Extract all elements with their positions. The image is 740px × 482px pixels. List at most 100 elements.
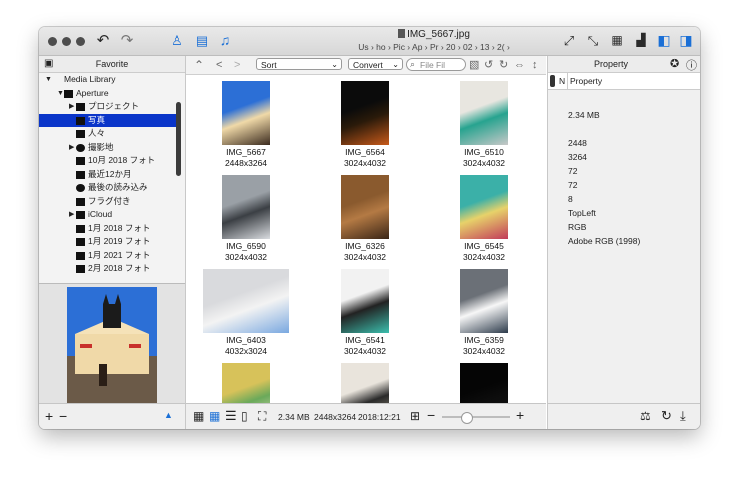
thumbnail-image[interactable] <box>203 269 289 333</box>
large-grid-icon[interactable]: ▦ <box>193 409 204 423</box>
person-icon[interactable]: ♙ <box>169 32 185 49</box>
scale-icon[interactable]: ⚖ <box>640 409 651 423</box>
thumbnail-cell[interactable]: IMG_6403 4032x3024 <box>196 269 296 363</box>
disclosure-closed-icon[interactable]: ▶ <box>69 208 74 222</box>
list-view-icon[interactable]: ☰ <box>225 408 237 424</box>
music-icon[interactable]: ♫ <box>217 32 233 49</box>
sidebar-item[interactable]: 10月 2018 フォト <box>39 154 179 168</box>
thumbnail-image[interactable] <box>341 269 389 333</box>
rotate-left-icon[interactable]: ↺ <box>484 58 493 72</box>
sidebar-item[interactable]: ▼ Media Library <box>39 73 179 87</box>
histogram-icon[interactable]: ▟ <box>633 32 649 49</box>
right-panel-toggle-icon[interactable]: ◨ <box>678 32 694 49</box>
inspector-column-header: N Property <box>548 73 700 90</box>
image-edit-icon[interactable]: ▧ <box>469 58 479 72</box>
album-icon <box>76 170 85 179</box>
thumbnail-cell[interactable]: IMG_6510 3024x4032 <box>434 81 534 175</box>
thumbnail-image[interactable] <box>460 81 508 145</box>
thumbnail-cell[interactable]: IMG_5667 2448x3264 <box>196 81 296 175</box>
download-icon[interactable]: ⤓ <box>680 408 686 424</box>
zoom-in-button[interactable]: + <box>516 407 524 423</box>
thumbnail-image[interactable] <box>341 81 389 145</box>
grid-view-icon[interactable]: ▦ <box>609 32 625 49</box>
fit-window-icon[interactable]: ⤡ <box>585 32 601 49</box>
undo-icon[interactable]: ↶ <box>95 32 111 49</box>
thumbnail-image[interactable] <box>341 175 389 239</box>
close-button[interactable] <box>48 37 57 46</box>
thumbnail-cell[interactable]: IMG_6541 3024x4032 <box>315 269 415 363</box>
minimize-button[interactable] <box>62 37 71 46</box>
settings-icon[interactable]: ✪ <box>670 57 679 70</box>
zoom-out-button[interactable]: − <box>427 407 435 423</box>
thumbnail-cell[interactable]: IMG_6326 3024x4032 <box>315 175 415 269</box>
disclosure-open-icon[interactable]: ▼ <box>45 73 52 87</box>
sidebar-item[interactable]: 1月 2021 フォト <box>39 249 179 263</box>
sidebar-item[interactable]: ▶ 撮影地 <box>39 141 179 155</box>
thumbnail-image[interactable] <box>460 363 508 403</box>
disclosure-open-icon[interactable]: ▼ <box>57 87 64 101</box>
sidebar-item[interactable]: 人々 <box>39 127 179 141</box>
info-icon[interactable]: ⓘ <box>686 57 697 73</box>
back-icon[interactable]: < <box>216 58 222 72</box>
thumbnail-filename: IMG_5667 <box>226 147 266 157</box>
thumbnail-image[interactable] <box>222 363 270 403</box>
sidebar-item[interactable]: 2月 2018 フォト <box>39 262 179 276</box>
inspector-header: Property ✪ ⓘ <box>548 56 700 73</box>
flip-horizontal-icon[interactable]: ⇔ <box>514 58 525 72</box>
inspector-panel: Property ✪ ⓘ N Property 2.34 MB 2448 3264 7… <box>547 56 700 403</box>
thumbnail-image[interactable] <box>222 175 270 239</box>
rotate-right-icon[interactable]: ↻ <box>499 58 508 72</box>
thumbnail-image[interactable] <box>341 363 389 403</box>
thumbnail-cell[interactable]: IMG_6590 3024x4032 <box>196 175 296 269</box>
remove-button[interactable]: − <box>59 408 67 424</box>
forward-icon[interactable]: > <box>234 58 240 72</box>
sidebar-item[interactable]: ▶ プロジェクト <box>39 100 179 114</box>
sidebar-item[interactable]: ▼ Aperture <box>39 87 179 101</box>
flip-vertical-icon[interactable]: ↕ <box>532 58 538 72</box>
sidebar-item-label: 撮影地 <box>88 141 114 152</box>
status-bar: ▦ ▦ ☰ ▯ ⛶ 2.34 MB 2448x3264 2018:12:21 ⊞… <box>186 403 546 429</box>
thumbnail-cell[interactable] <box>196 363 296 403</box>
left-panel-toggle-icon[interactable]: ◧ <box>656 32 672 49</box>
zoom-slider-knob[interactable] <box>460 412 473 424</box>
filmstrip-icon[interactable]: ▯ <box>241 409 248 423</box>
film-icon[interactable]: ▤ <box>194 32 210 49</box>
thumbnail-grid[interactable]: IMG_5667 2448x3264 IMG_6564 3024x4032 IMG_65… <box>186 75 546 403</box>
refresh-icon[interactable]: ↻ <box>661 408 672 424</box>
add-button[interactable]: + <box>45 408 53 424</box>
fit-icon[interactable]: ⛶ <box>258 409 266 424</box>
fullscreen-icon[interactable]: ⤢ <box>561 32 577 49</box>
thumbnail-cell[interactable]: IMG_6359 3024x4032 <box>434 269 534 363</box>
disclosure-closed-icon[interactable]: ▶ <box>69 141 74 155</box>
sidebar-item[interactable]: 最後の読み込み <box>39 181 179 195</box>
thumbnail-image[interactable] <box>222 81 270 145</box>
sidebar-item[interactable]: 写真 <box>39 113 179 127</box>
thumbnail-cell[interactable]: IMG_6564 3024x4032 <box>315 81 415 175</box>
sidebar-item[interactable]: フラグ付き <box>39 195 179 209</box>
thumbnail-cell[interactable] <box>315 363 415 403</box>
zoom-slider[interactable] <box>442 412 510 424</box>
chevron-up-icon[interactable]: ⌃ <box>194 58 204 72</box>
sort-select[interactable]: Sort ⌄ <box>256 58 342 70</box>
sidebar-item[interactable]: 1月 2018 フォト <box>39 222 179 236</box>
convert-select[interactable]: Convert ⌄ <box>348 58 403 70</box>
thumbnail-image[interactable] <box>460 269 508 333</box>
file-filter-input[interactable]: ⌕ File Fil <box>406 58 466 71</box>
collapse-arrow-icon[interactable]: ▲ <box>164 410 173 420</box>
sidebar-item[interactable]: 1月 2019 フォト <box>39 235 179 249</box>
thumbnail-image[interactable] <box>460 175 508 239</box>
redo-icon[interactable]: ↷ <box>119 32 135 49</box>
sidebar-scrollbar[interactable] <box>176 102 181 176</box>
breadcrumb[interactable]: Us › ho › Pic › Ap › Pr › 20 › 02 › 13 ›… <box>294 42 574 52</box>
disclosure-closed-icon[interactable]: ▶ <box>69 100 74 114</box>
sidebar-item[interactable]: ▶ iCloud <box>39 208 179 222</box>
thumbnail-size-icon[interactable]: ⊞ <box>410 409 420 423</box>
thumbnail-cell[interactable] <box>434 363 534 403</box>
sidebar-item[interactable]: 最近12か月 <box>39 168 179 182</box>
property-value: 8 <box>568 194 573 204</box>
small-grid-icon[interactable]: ▦ <box>209 409 220 423</box>
window-title-text: IMG_5667.jpg <box>407 29 470 40</box>
thumbnail-cell[interactable]: IMG_6545 3024x4032 <box>434 175 534 269</box>
zoom-button[interactable] <box>76 37 85 46</box>
library-tree[interactable]: ▼ Media Library ▼ Aperture ▶ プロジェクト 写真 人々 ▶ 撮影地 10… <box>39 73 179 281</box>
